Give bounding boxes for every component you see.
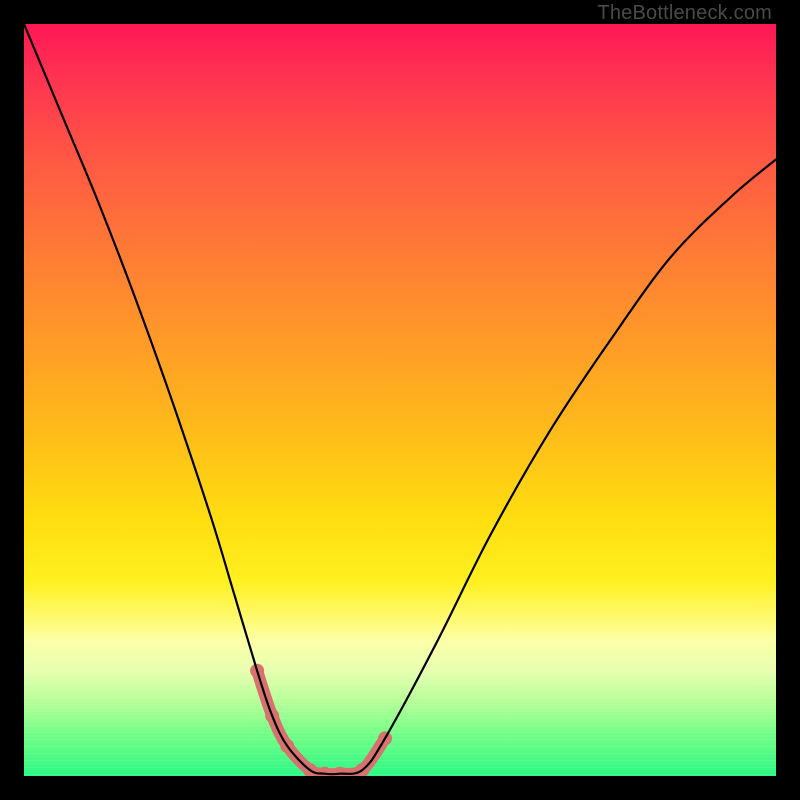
bottleneck-highlight <box>257 671 385 775</box>
plot-area <box>24 24 776 776</box>
bottleneck-curve <box>24 24 776 774</box>
chart-frame: TheBottleneck.com <box>0 0 800 800</box>
watermark-text: TheBottleneck.com <box>597 2 772 25</box>
curve-layer <box>24 24 776 776</box>
